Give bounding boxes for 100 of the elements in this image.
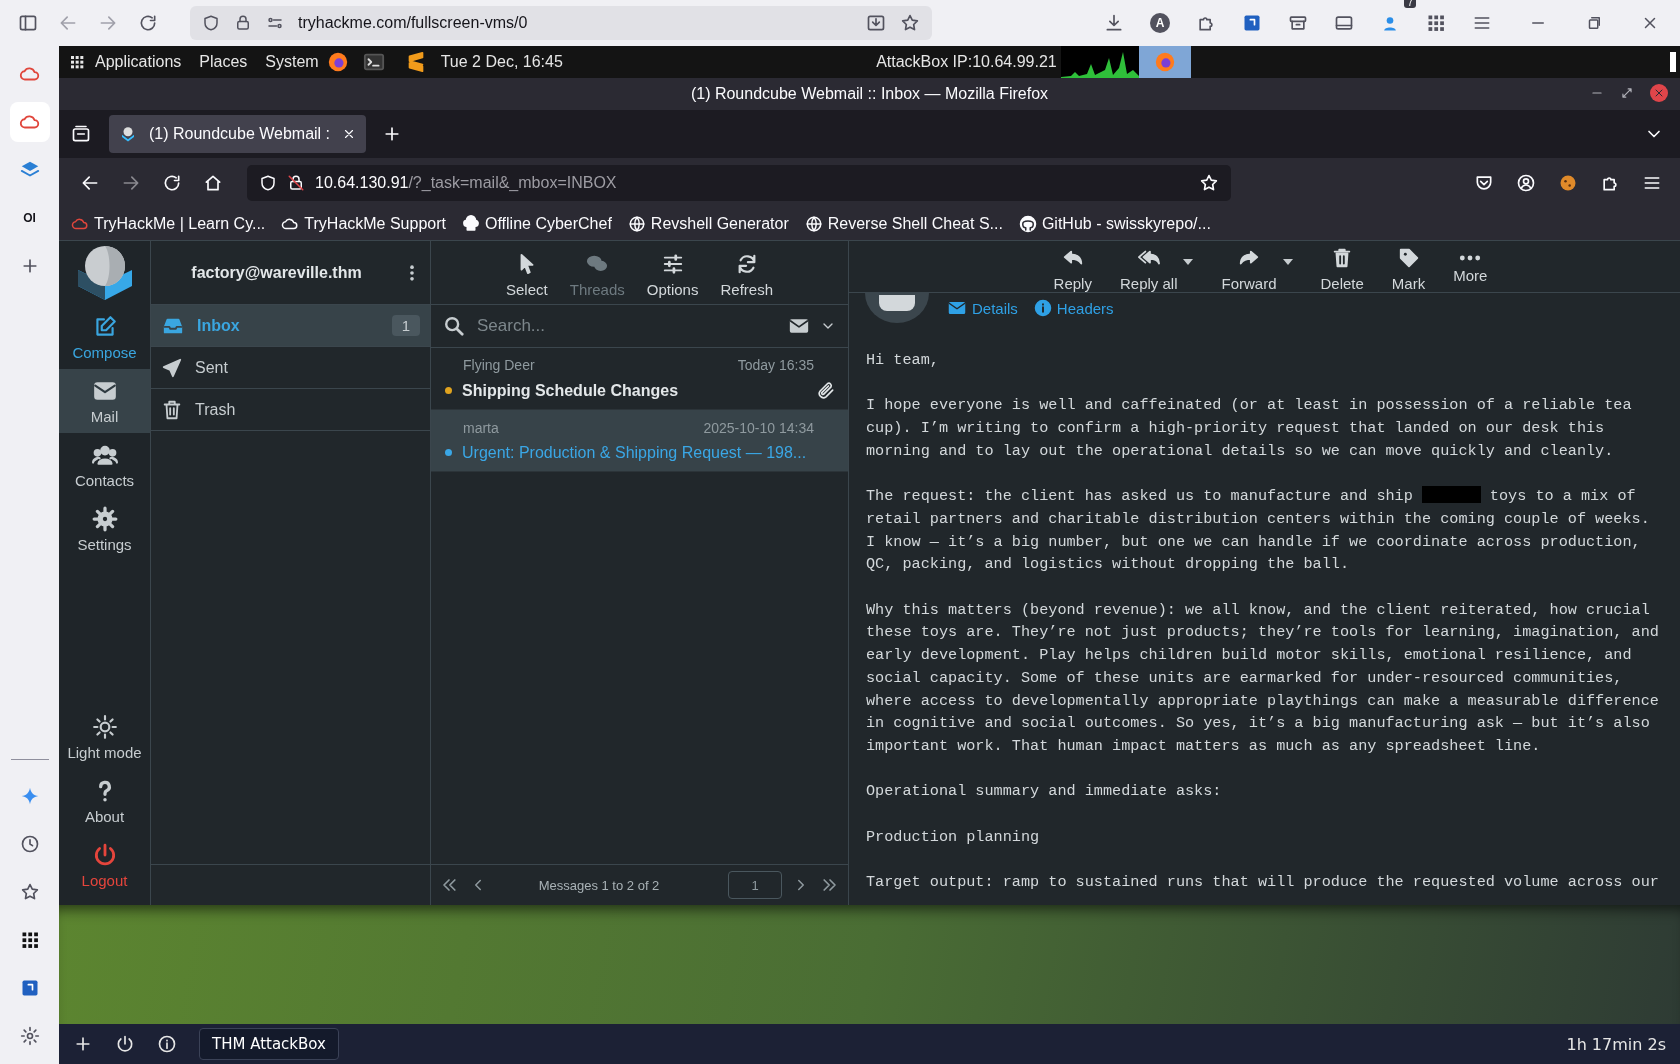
nav-item[interactable]: About xyxy=(59,769,150,833)
paperclip-icon xyxy=(816,380,836,401)
address-bar[interactable]: tryhackme.com/fullscreen-vms/0 xyxy=(190,6,932,40)
nav-item[interactable]: Mail xyxy=(59,369,150,433)
caret-icon[interactable] xyxy=(1282,259,1293,265)
notification-badge: 7 xyxy=(1404,0,1416,8)
account-email: factory@wareville.thm xyxy=(190,263,363,282)
sun-icon xyxy=(91,713,118,740)
box-icon[interactable] xyxy=(1288,13,1308,33)
tab-list-icon[interactable] xyxy=(71,124,91,144)
close-icon[interactable] xyxy=(342,127,356,141)
panel-menu[interactable]: Applications xyxy=(95,53,182,71)
text-line: these toys are. They’re not just products; they’re tools for learning, imagination, and xyxy=(866,622,1660,644)
folder-item[interactable]: Trash xyxy=(151,389,430,431)
ellipsis-icon xyxy=(1459,255,1482,261)
nav-item[interactable]: Settings xyxy=(59,497,150,561)
star-icon[interactable] xyxy=(900,13,920,33)
folder-item[interactable]: Sent xyxy=(151,347,430,389)
taskbar-button[interactable]: THM AttackBox xyxy=(199,1028,339,1060)
text-line: important work. That human impact matters as much as any spreadsheet line. xyxy=(866,735,1542,757)
bookmark[interactable]: GitHub - swisskyrepo/... xyxy=(1018,215,1211,233)
text-line: Operational summary and immediate asks: xyxy=(866,781,1223,803)
text-line: retail partners and charitable distribution centers within the coming couple of weeks. xyxy=(866,508,1651,530)
trash-icon xyxy=(161,398,183,421)
folder-name: Trash xyxy=(195,400,237,419)
power-icon[interactable] xyxy=(115,1034,135,1054)
terminal-icon[interactable] xyxy=(362,51,385,73)
folder-name: Inbox xyxy=(197,316,241,335)
reload-icon[interactable] xyxy=(138,13,158,33)
header-link[interactable]: Details xyxy=(947,299,1018,317)
account-avatar[interactable]: A xyxy=(1150,13,1170,33)
envelope-icon[interactable] xyxy=(788,316,810,336)
chef-hat-icon xyxy=(462,215,480,233)
toolbar-button[interactable]: Mark xyxy=(1387,247,1430,292)
bookmark[interactable]: TryHackMe Support xyxy=(281,215,446,233)
search-icon[interactable] xyxy=(443,315,465,337)
apps-grid-icon[interactable] xyxy=(1426,13,1446,33)
github-icon xyxy=(1018,215,1037,233)
toolbar-button[interactable]: Reply all xyxy=(1115,247,1198,292)
bookmark[interactable]: Reverse Shell Cheat S... xyxy=(804,215,1003,233)
account-icon[interactable] xyxy=(1516,173,1536,193)
text-line: where access to developmentally appropriate playthings can make a measurable difference xyxy=(866,690,1660,712)
toolbar-button[interactable]: More xyxy=(1449,255,1492,284)
globe-icon xyxy=(627,215,646,233)
message-subject: Urgent: Production & Shipping Request — 198... xyxy=(462,443,808,462)
panel-menu[interactable]: Places xyxy=(199,53,248,71)
globe-icon xyxy=(804,215,823,233)
text-line: social capacity. Some of these units are earmarked for under-resourced communities, xyxy=(866,667,1624,689)
panel-menu[interactable]: System xyxy=(265,53,319,71)
bookmark[interactable]: TryHackMe | Learn Cy... xyxy=(71,215,266,233)
maximize-icon[interactable] xyxy=(1620,86,1634,100)
cookie-icon[interactable] xyxy=(1558,173,1578,193)
bookmark[interactable]: Offline CyberChef xyxy=(462,215,612,233)
caret-icon[interactable] xyxy=(1183,259,1194,265)
nav-item[interactable]: Light mode xyxy=(59,705,150,769)
download-icon[interactable] xyxy=(1104,13,1124,33)
info-icon[interactable] xyxy=(157,1034,177,1054)
star-icon[interactable] xyxy=(1199,173,1219,193)
message-date: 2025-10-10 14:34 xyxy=(703,419,815,436)
apps-grid-icon[interactable] xyxy=(69,54,85,70)
folder-item[interactable]: Inbox 1 xyxy=(151,305,430,347)
text-line: morning and to lay out the operational details so we can move quickly and cleanly. xyxy=(866,440,1615,462)
firefox-icon[interactable] xyxy=(326,51,349,73)
toolbar-button[interactable]: Options xyxy=(642,253,703,298)
toolbar-button[interactable]: Delete xyxy=(1316,247,1368,292)
message-row[interactable]: marta 2025-10-10 14:34 Urgent: Production & Shipping Request — 198... xyxy=(431,410,848,472)
text-line: Why this matters (beyond revenue): we all know, and the client reiterated, how crucial xyxy=(866,599,1651,621)
sidebar-app[interactable]: OI xyxy=(23,211,36,225)
lock-icon xyxy=(234,14,252,32)
header-link[interactable]: Headers xyxy=(1033,299,1114,317)
text-line: early development. Play helps children build motor skills, emotional resilience, and xyxy=(866,645,1633,667)
text-line: cup). I’m writing to confirm a high-priority request that landed on our desk this xyxy=(866,418,1606,440)
search-field[interactable]: Search... xyxy=(475,315,778,337)
nav-item[interactable]: Contacts xyxy=(59,433,150,497)
tag-icon xyxy=(1397,247,1420,269)
toolbar-button[interactable]: Refresh xyxy=(716,253,777,298)
nav-item[interactable]: Compose xyxy=(59,305,150,369)
folder-name: Sent xyxy=(195,358,229,377)
history-icon[interactable] xyxy=(19,834,40,854)
bookmark[interactable]: Revshell Generator xyxy=(627,215,789,233)
star-icon[interactable] xyxy=(19,882,40,902)
text-line: The request: the client has asked us to manufacture and ship toys to a mix of xyxy=(866,485,1637,508)
page-field[interactable]: 1 xyxy=(728,871,782,899)
text-line: I know — it’s a big number, but one we can handle if we coordinate across production, xyxy=(866,531,1642,553)
unread-count: 1 xyxy=(391,315,420,336)
window-title: (1) Roundcube Webmail :: Inbox — Mozilla Firefox xyxy=(690,85,1049,103)
address-bar[interactable]: 10.64.130.91/?_task=mail&_mbox=INBOX xyxy=(247,165,1231,201)
toolbar-button[interactable]: Reply xyxy=(1049,247,1096,292)
download-page-icon[interactable] xyxy=(866,13,886,33)
settings-icon[interactable] xyxy=(19,1026,40,1046)
toolbar-button[interactable]: Forward xyxy=(1217,247,1297,292)
sender: Flying Deer xyxy=(462,356,536,373)
sidebar-icon[interactable] xyxy=(18,13,38,33)
pocket-icon[interactable] xyxy=(1474,173,1494,193)
browser-tab[interactable]: (1) Roundcube Webmail : xyxy=(109,115,366,153)
message-count: Messages 1 to 2 of 2 xyxy=(537,877,661,893)
nav-item[interactable]: Logout xyxy=(59,833,150,897)
tablet-icon[interactable] xyxy=(1334,13,1354,33)
envelope-icon xyxy=(947,299,967,317)
toolbar-button[interactable]: Select xyxy=(502,253,552,298)
